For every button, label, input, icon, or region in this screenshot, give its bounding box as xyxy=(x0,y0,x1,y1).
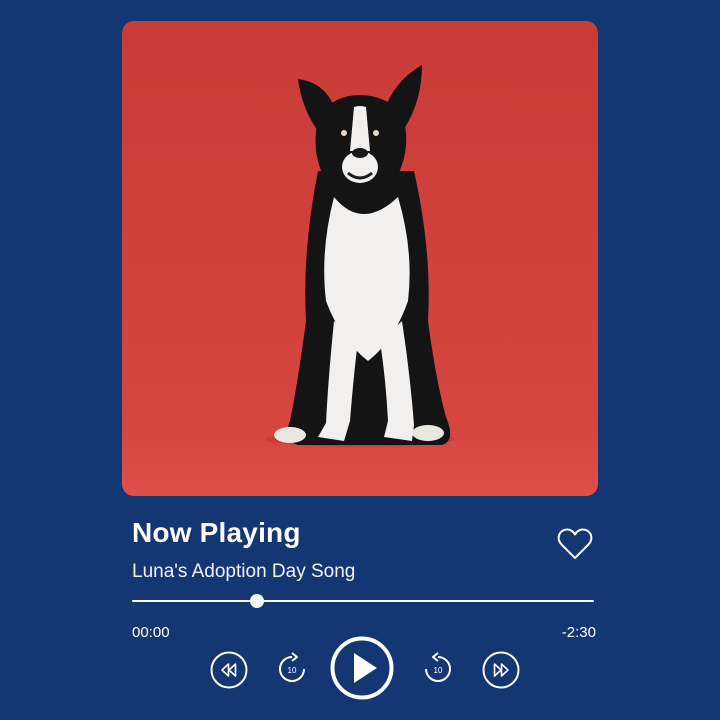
like-button[interactable] xyxy=(555,524,595,564)
elapsed-time: 00:00 xyxy=(132,624,170,641)
now-playing-heading: Now Playing xyxy=(132,517,301,548)
dog-photo xyxy=(122,21,598,496)
play-button[interactable] xyxy=(330,636,394,700)
heart-icon xyxy=(557,528,593,559)
remaining-time: -2:30 xyxy=(561,624,596,641)
skip-forward-seconds: 10 xyxy=(434,666,443,675)
skip-forward-button[interactable]: 10 xyxy=(422,651,454,687)
forward-10-icon: 10 xyxy=(425,652,451,682)
progress-handle[interactable] xyxy=(249,594,264,608)
replay-10-icon: 10 xyxy=(279,652,305,682)
skip-back-button[interactable]: 10 xyxy=(276,651,308,687)
fast-forward-icon xyxy=(482,651,520,689)
album-artwork xyxy=(122,21,598,496)
fast-forward-button[interactable] xyxy=(482,651,520,689)
skip-back-seconds: 10 xyxy=(288,666,297,675)
rewind-icon xyxy=(210,651,248,689)
rewind-button[interactable] xyxy=(210,651,248,689)
progress-bar[interactable] xyxy=(132,594,594,608)
play-icon xyxy=(330,636,394,700)
song-title: Luna's Adoption Day Song xyxy=(132,561,356,582)
